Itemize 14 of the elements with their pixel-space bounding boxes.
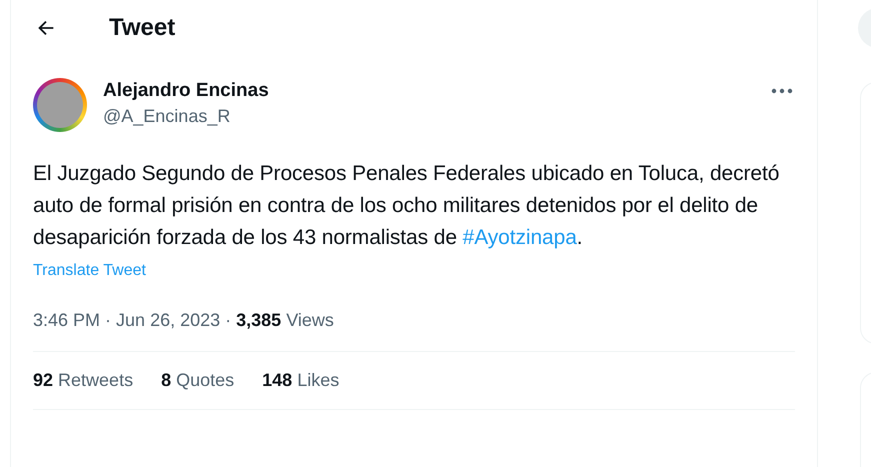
views-count: 3,385 Views [236, 310, 334, 331]
tweet-date[interactable]: Jun 26, 2023 [116, 310, 220, 331]
separator-dot: · [105, 310, 112, 331]
avatar[interactable] [33, 78, 87, 132]
stat-link[interactable]: 92 Retweets [33, 370, 134, 391]
more-options-icon[interactable] [771, 88, 793, 94]
stat-link[interactable]: 148 Likes [262, 370, 340, 391]
tweet-time[interactable]: 3:46 PM [33, 310, 100, 331]
author-handle[interactable]: @A_Encinas_R [103, 106, 755, 127]
author-name[interactable]: Alejandro Encinas [103, 80, 755, 102]
stat-link[interactable]: 8 Quotes [161, 370, 234, 391]
page-title: Tweet [109, 14, 176, 42]
tweet-text: El Juzgado Segundo de Procesos Penales Federales ubicado en Toluca, decretó auto de formal prisión en contra de los ocho militares detenidos por el delito de desaparición forzada de los 43 normalistas de #Ayotzinapa. [33, 161, 780, 251]
separator-dot: · [225, 310, 232, 331]
